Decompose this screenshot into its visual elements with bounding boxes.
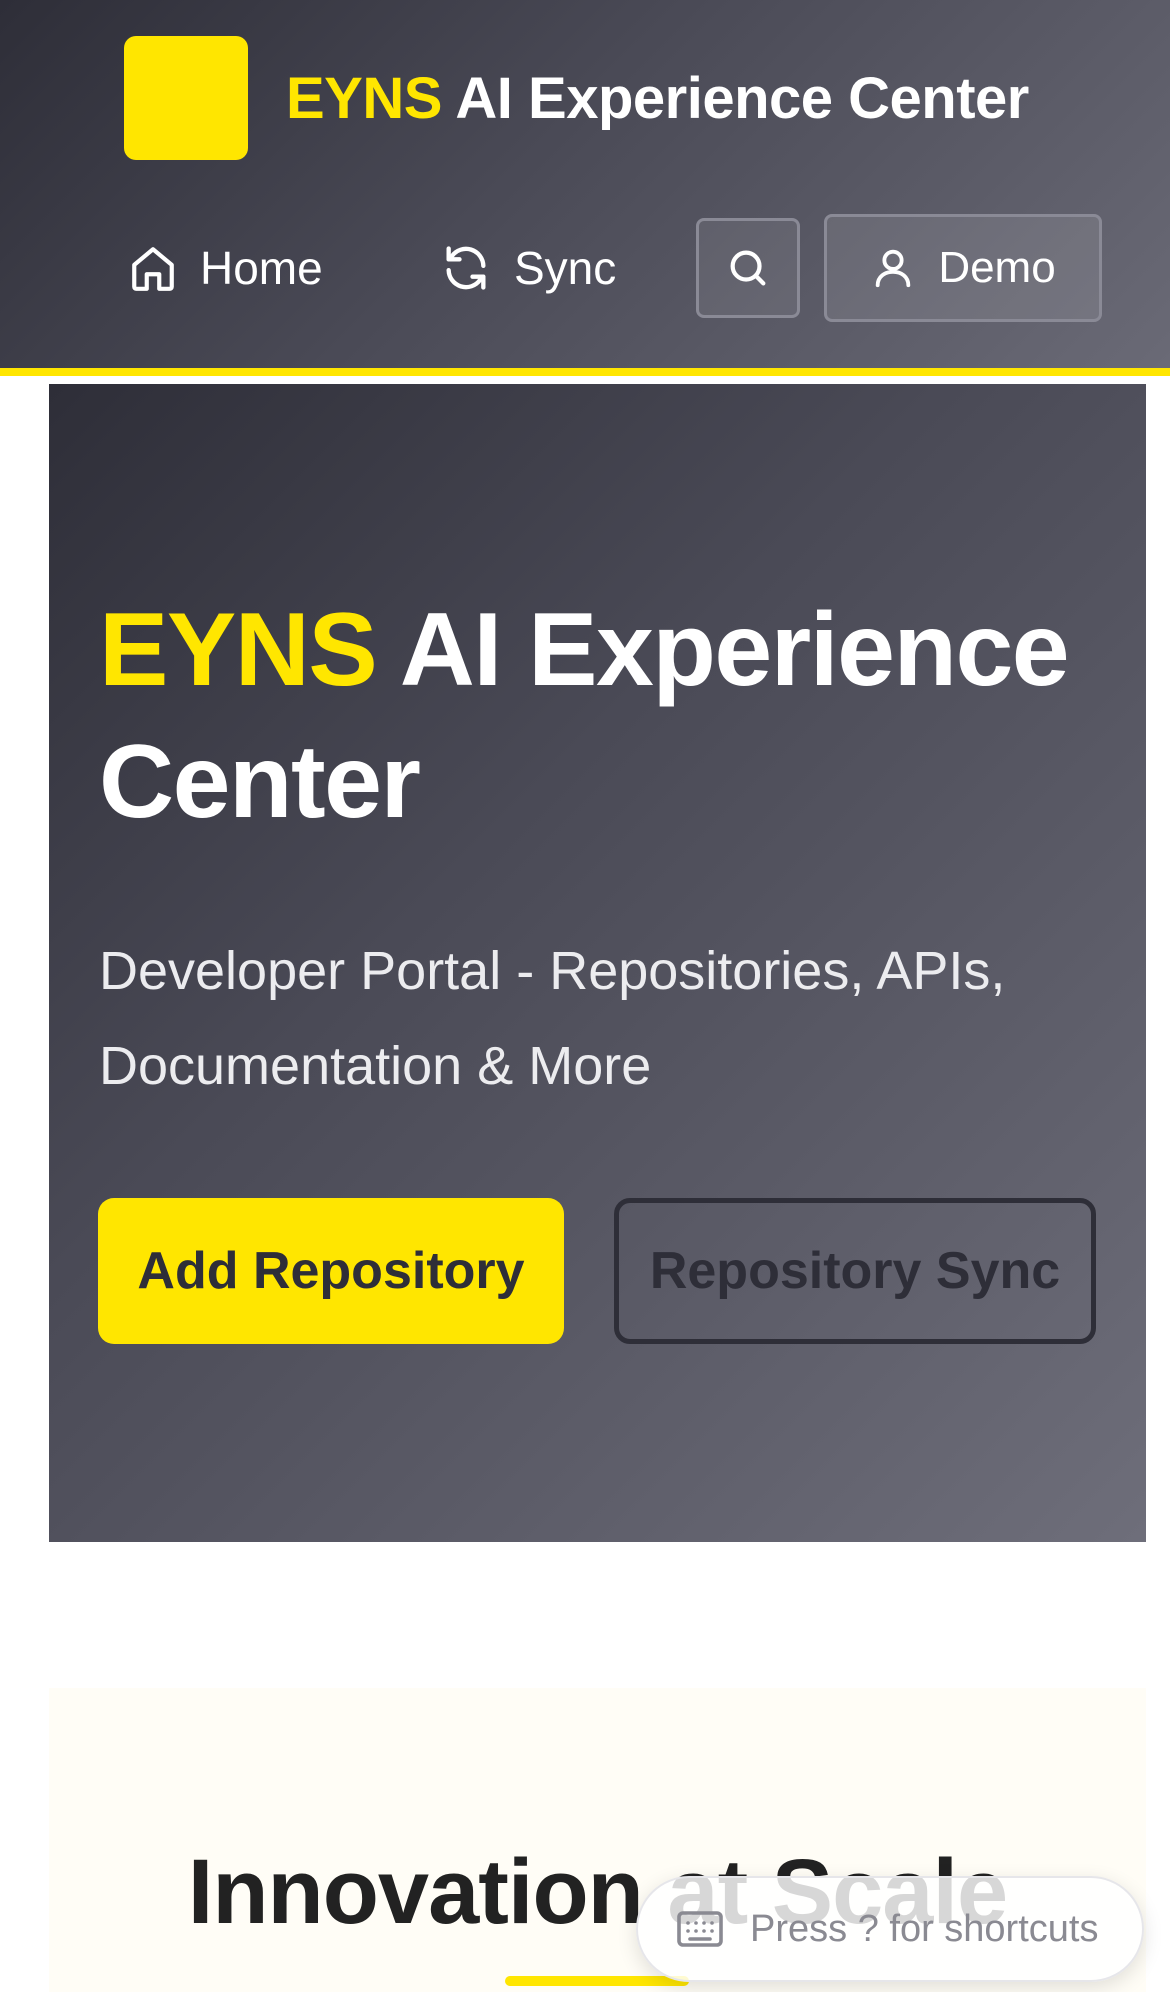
brand-title: EYNS AI Experience Center [286, 65, 1029, 132]
repository-sync-button[interactable]: Repository Sync [614, 1198, 1096, 1344]
nav-sync[interactable]: Sync [440, 212, 616, 324]
title-underline [505, 1976, 689, 1986]
brand[interactable]: EYNS AI Experience Center [124, 36, 1029, 160]
user-icon [876, 249, 911, 288]
logo [124, 36, 248, 160]
main-nav: Home Sync Demo [0, 212, 1170, 324]
app-header: EYNS AI Experience Center Home Sync Demo [0, 0, 1170, 376]
shortcuts-hint[interactable]: Press ? for shortcuts [636, 1876, 1144, 1982]
hero-title-accent: EYNS [99, 592, 378, 708]
home-icon [132, 247, 174, 291]
search-button[interactable] [696, 218, 800, 318]
nav-home[interactable]: Home [128, 212, 323, 324]
nav-sync-label: Sync [514, 242, 617, 294]
keyboard-icon [677, 1911, 723, 1947]
user-demo-button[interactable]: Demo [824, 214, 1102, 322]
hero-title: EYNS AI Experience Center [99, 584, 1119, 848]
shortcuts-label: Press ? for shortcuts [750, 1907, 1099, 1950]
search-icon [730, 250, 766, 286]
brand-title-rest: AI Experience Center [455, 65, 1029, 131]
nav-home-label: Home [200, 242, 323, 294]
hero-section: EYNS AI Experience Center Developer Port… [49, 384, 1146, 1542]
user-demo-label: Demo [938, 243, 1056, 292]
add-repository-button[interactable]: Add Repository [98, 1198, 564, 1344]
refresh-icon [446, 246, 486, 290]
brand-title-accent: EYNS [286, 65, 442, 131]
hero-subtitle: Developer Portal - Repositories, APIs, D… [99, 941, 1006, 1096]
